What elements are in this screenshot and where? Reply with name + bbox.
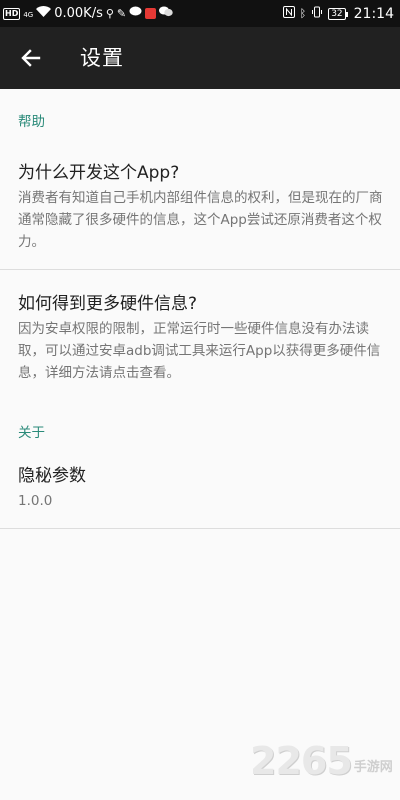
hd-badge: HD [3, 7, 21, 20]
network-speed: 0.00K/s [54, 6, 103, 21]
back-button[interactable] [18, 45, 44, 71]
toolbar: 设置 [0, 27, 400, 89]
network-type: 4G [23, 11, 34, 19]
battery-indicator: 32 [328, 7, 349, 20]
item-title: 隐秘参数 [18, 466, 86, 486]
status-left: HD 4G 0.00K/s ⚲ ✎ [3, 6, 173, 21]
section-header-help: 帮助 [18, 114, 45, 130]
settings-item-privacy-params[interactable]: 隐秘参数 1.0.0 [0, 441, 400, 528]
wifi-icon [36, 6, 52, 21]
watermark-number: 2265 [250, 739, 353, 783]
usb-icon: ⚲ [105, 7, 114, 20]
vibrate-icon [311, 6, 323, 22]
status-time: 21:14 [353, 5, 394, 22]
app-notification-icon [145, 8, 157, 19]
watermark-logo: 2265 手游网 [250, 741, 393, 781]
item-summary: 消费者有知道自己手机内部组件信息的权利，但是现在的厂商通常隐藏了很多硬件的信息，… [18, 190, 383, 250]
bluetooth-icon: ᛒ [299, 7, 307, 20]
settings-item-why-app[interactable]: 为什么开发这个App? 消费者有知道自己手机内部组件信息的权利，但是现在的厂商通… [0, 130, 400, 269]
notification-icon: ✎ [116, 7, 127, 20]
nfc-icon [282, 5, 295, 22]
section-header-about: 关于 [18, 425, 45, 441]
watermark-text: 手游网 [353, 760, 393, 775]
divider [0, 528, 400, 529]
status-bar: HD 4G 0.00K/s ⚲ ✎ ᛒ 32 21:14 [0, 0, 400, 27]
settings-item-more-hardware-info[interactable]: 如何得到更多硬件信息? 因为安卓权限的限制，正常运行时一些硬件信息没有办法读取，… [0, 270, 400, 396]
page-title: 设置 [80, 46, 124, 70]
item-summary: 因为安卓权限的限制，正常运行时一些硬件信息没有办法读取，可以通过安卓adb调试工… [18, 321, 381, 381]
message-icon [129, 6, 142, 21]
item-title: 为什么开发这个App? [18, 163, 180, 183]
wechat-icon [159, 6, 173, 21]
item-title: 如何得到更多硬件信息? [18, 294, 198, 314]
status-right: ᛒ 32 21:14 [282, 5, 394, 22]
item-summary: 1.0.0 [18, 493, 53, 509]
back-arrow-icon [21, 49, 41, 67]
settings-list: 帮助 为什么开发这个App? 消费者有知道自己手机内部组件信息的权利，但是现在的… [0, 89, 400, 529]
